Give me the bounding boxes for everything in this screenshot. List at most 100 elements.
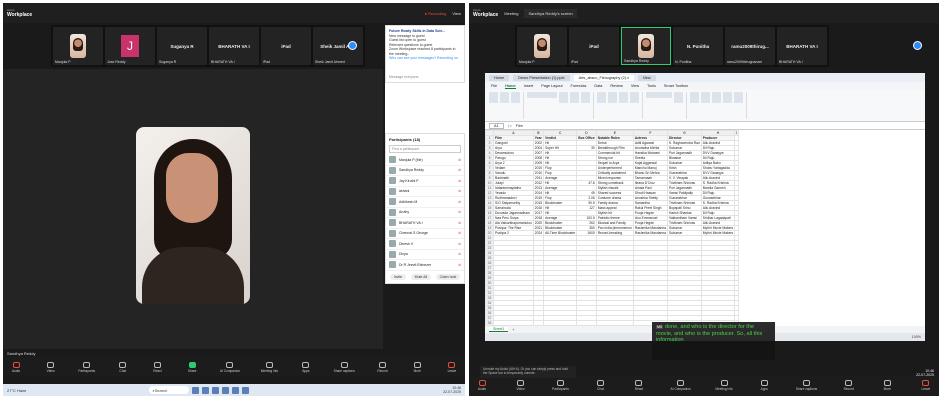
toolbar-audio-button[interactable]: Audio [475,379,489,391]
cell[interactable]: 2013 [532,185,545,191]
toolbar-leave-button[interactable]: Leave [919,379,933,391]
cell[interactable]: Pan India phenomenon [595,225,634,231]
italic-icon[interactable] [570,92,579,103]
align-left-icon[interactable] [597,92,606,103]
cut-icon[interactable] [500,92,509,103]
bold-icon[interactable] [559,92,568,103]
percent-icon[interactable] [674,92,683,103]
participant-row[interactable]: Manjula P (Me) ⊘ [386,155,464,166]
participant-row[interactable]: Dr R Jeevit Ebinezer ⊘ [386,260,464,271]
menu-page-layout[interactable]: Page Layout [541,84,562,88]
toolbar-video-button[interactable]: Video [44,361,58,373]
taskbar-clock[interactable]: 10:46 22-07-2025 [443,386,461,394]
cell[interactable]: 2024 [532,230,545,236]
cell[interactable]: 2020 [532,220,545,226]
participant-search-input[interactable]: Find a participant [389,145,461,153]
menu-tools[interactable]: Tools [647,84,656,88]
toolbar-meeting-info-button[interactable]: Meeting info [715,379,733,391]
font-select[interactable] [527,92,557,98]
toolbar-participants-button[interactable]: Participants [78,361,95,373]
underline-icon[interactable] [581,92,590,103]
cell[interactable]: Mythri Movie Makers [700,225,736,231]
weather-widget[interactable]: 27°C Haze [7,388,26,393]
formula-input[interactable]: Film [516,124,523,128]
cell[interactable]: 2008 [532,155,545,161]
mic-muted-icon[interactable]: ⊘ [458,189,461,193]
toolbar-more-button[interactable]: More [880,379,894,391]
message-input[interactable]: Message everyone [389,75,461,80]
participant-tile[interactable]: J Jose Reddy [105,27,155,65]
toolbar-meeting-info-button[interactable]: Meeting info [261,361,278,373]
participant-tile[interactable]: Suganya R Suganya R [157,27,207,65]
menu-data[interactable]: Data [594,84,602,88]
cell[interactable]: 2002 [532,140,545,146]
toolbar-ai-companion-button[interactable]: AI Companion [220,361,240,373]
next-page-icon[interactable] [913,41,922,50]
cell[interactable]: Rashmika Mandanna [632,230,669,236]
toolbar-video-button[interactable]: Video [514,379,528,391]
sheet-tab[interactable]: Sheet1 [489,327,509,332]
menu-insert[interactable]: Insert [524,84,534,88]
toolbar-record-button[interactable]: Record [842,379,856,391]
cell[interactable]: 2015 [532,195,545,201]
toolbar-participants-button[interactable]: Participants [552,379,569,391]
toolbar-apps-button[interactable]: Apps [299,361,313,373]
toolbar-share-button[interactable]: Share [185,361,199,373]
participant-tile[interactable]: BHARATH VA I BHARATH VA I [209,27,259,65]
cell[interactable]: K. Raghavendra Rao [667,140,702,146]
mic-muted-icon[interactable]: ⊘ [458,252,461,256]
toolbar-leave-button[interactable]: Leave [445,361,459,373]
invite-button[interactable]: Invite [389,273,407,280]
merge-icon[interactable] [630,92,639,103]
taskbar-app-icon[interactable] [192,386,200,394]
cell[interactable]: Shobu Yarlagadda [700,165,736,171]
cell[interactable]: 2009 [532,160,545,166]
paste-icon[interactable] [489,92,498,103]
participant-row[interactable]: Sandhya Reddy ⊘ [386,166,464,176]
toolbar-more-button[interactable]: More [410,361,424,373]
cell[interactable]: Ala Vaikunthapurramuloo [493,220,534,226]
document-tab[interactable]: Arts_abscc_Filmography (2).x [573,74,635,81]
menu-home[interactable]: Home [505,84,516,89]
taskbar-app-icon[interactable] [202,386,210,394]
toolbar-chat-button[interactable]: Chat [116,361,130,373]
number-format-select[interactable] [646,92,672,98]
sort-icon[interactable] [723,92,732,103]
participant-tile[interactable]: Manjula P [53,27,103,65]
participant-row[interactable]: Divya ⊘ [386,250,464,260]
mic-muted-icon[interactable]: ⊘ [458,242,461,246]
cell[interactable]: 2014 [532,190,545,196]
cell[interactable]: Sridhar Lagadapati [700,215,736,221]
toolbar-share-captions-button[interactable]: Share captions [334,361,355,373]
toolbar-apps-button[interactable]: Apps [757,379,771,391]
participant-tile[interactable]: BHARATH VA I BHARATH VA I [777,27,827,65]
mic-muted-icon[interactable]: ⊘ [458,158,461,162]
toolbar-share-captions-button[interactable]: Share captions [796,379,817,391]
cell[interactable]: All-Time Blockbuster [543,230,578,236]
taskbar-search[interactable]: ⌕ Search [149,386,190,394]
conditional-format-icon[interactable] [690,92,699,103]
cell[interactable]: 2010 [532,165,545,171]
toolbar-audio-button[interactable]: Audio [9,361,23,373]
participant-row[interactable]: Jay Kiruthi P ⊘ [386,176,464,187]
sum-icon[interactable] [712,92,721,103]
meeting-tab[interactable]: Meeting [504,11,518,16]
toolbar-react-button[interactable]: React [632,379,646,391]
participant-tile[interactable]: iPad iPad [261,27,311,65]
cell[interactable]: Mythri Movie Makers [700,230,736,236]
mic-muted-icon[interactable]: ⊘ [458,168,461,172]
mute-all-button[interactable]: Mute All [410,273,432,280]
menu-smart-toolbox[interactable]: Smart Toolbox [664,84,688,88]
cell[interactable]: Vakkantham Vamsi [667,215,702,221]
document-tab[interactable]: Home [489,74,510,81]
participant-row[interactable]: Dinesh V ⊘ [386,239,464,250]
mic-muted-icon[interactable]: ⊘ [458,210,461,214]
participant-row[interactable]: Chennai S George ⊘ [386,229,464,239]
add-sheet-icon[interactable]: + [512,328,514,332]
mic-muted-icon[interactable]: ⊘ [458,221,461,225]
cell[interactable]: Rashmika Mandanna [632,225,669,231]
participant-tile[interactable]: N. Punitha N. Punitha [673,27,723,65]
cell[interactable]: 2016 [532,205,545,211]
participant-row[interactable]: Adhikesh M ⊘ [386,197,464,208]
taskbar-app-icon[interactable] [232,386,240,394]
